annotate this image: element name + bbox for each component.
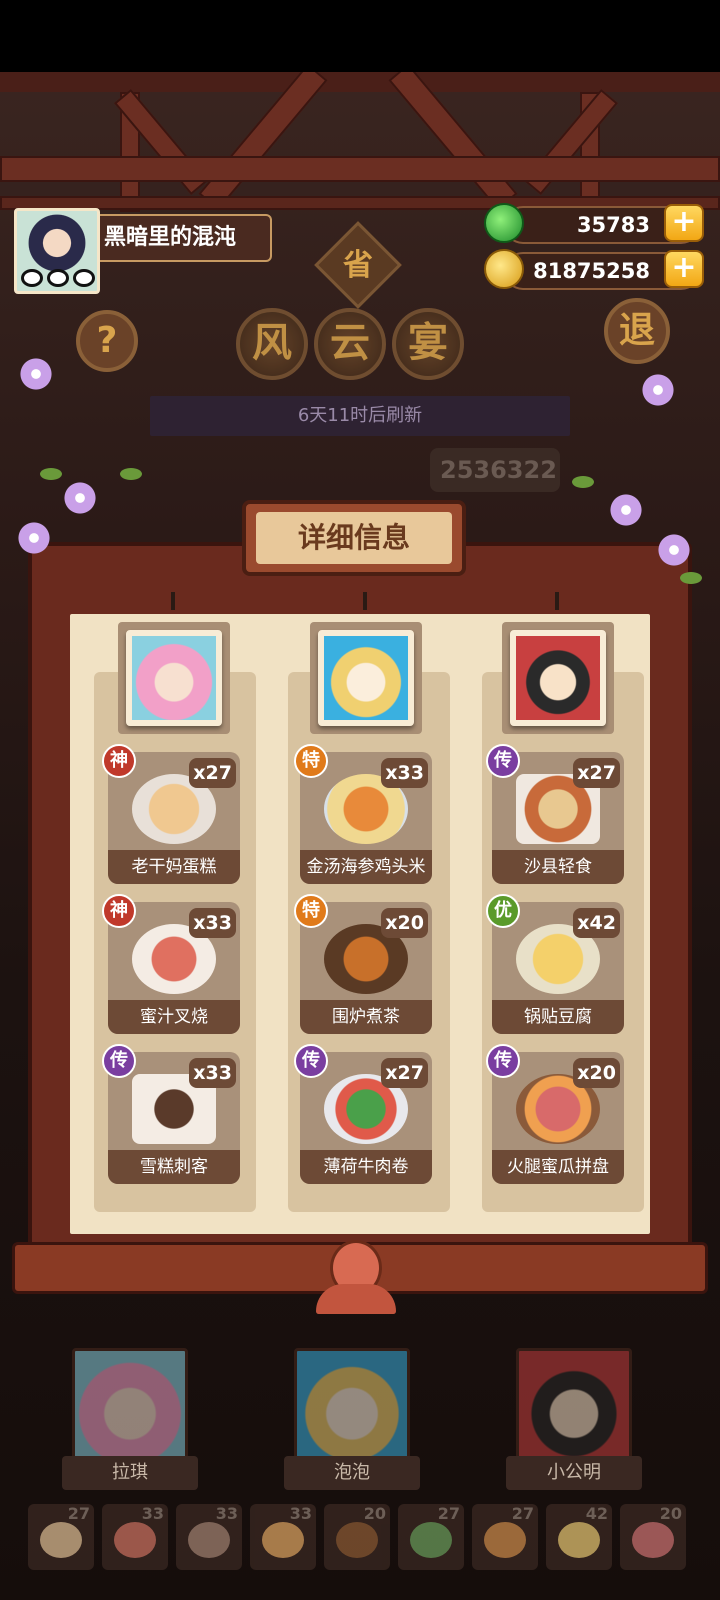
mini-dish[interactable]: 33 <box>102 1504 168 1570</box>
panel-title: 详细信息 <box>297 521 410 554</box>
dish-quantity: x33 <box>381 758 428 788</box>
mini-dish[interactable]: 33 <box>250 1504 316 1570</box>
flower-icon <box>62 480 98 516</box>
dish-quantity: x33 <box>189 1058 236 1088</box>
score-display: 2536322 <box>430 448 560 492</box>
hero-portrait-paopao <box>318 630 414 726</box>
rank-badge: 传 <box>102 1044 136 1078</box>
dish-quantity: x20 <box>381 908 428 938</box>
coin-icon <box>484 249 524 289</box>
leaf-icon <box>40 468 62 480</box>
rank-badge: 传 <box>486 744 520 778</box>
hero-portrait-xiaogongming <box>510 630 606 726</box>
dish-quantity: x27 <box>381 1058 428 1088</box>
dish-name: 老干妈蛋糕 <box>108 850 240 884</box>
dish-name: 火腿蜜瓜拼盘 <box>492 1150 624 1184</box>
dish-name: 蜜汁叉烧 <box>108 1000 240 1034</box>
mini-dish[interactable]: 33 <box>176 1504 242 1570</box>
panda-icon <box>47 269 69 287</box>
dish-quantity: x42 <box>573 908 620 938</box>
hero-portrait-laqi <box>126 630 222 726</box>
player-avatar[interactable] <box>14 208 100 294</box>
flower-icon <box>640 372 676 408</box>
panda-icon <box>21 269 43 287</box>
dish-card[interactable]: x27 沙县轻食 传 <box>486 744 624 884</box>
dish-quantity: x20 <box>573 1058 620 1088</box>
status-bar <box>0 0 720 72</box>
hero-card-xiaogongming[interactable] <box>516 1348 632 1468</box>
dish-name: 沙县轻食 <box>492 850 624 884</box>
jade-icon <box>484 203 524 243</box>
hero-name: 拉琪 <box>62 1456 198 1490</box>
leaf-icon <box>572 476 594 488</box>
game-scene: 黑暗里的混沌 35783 + 81875258 + 省 风 云 宴 ? 退 6天… <box>0 72 720 1600</box>
mini-dish[interactable]: 20 <box>620 1504 686 1570</box>
refresh-timer: 6天11时后刷新 <box>150 396 570 436</box>
mini-dish[interactable]: 42 <box>546 1504 612 1570</box>
hero-card-paopao[interactable] <box>294 1348 410 1468</box>
leaf-icon <box>680 572 702 584</box>
mini-dish[interactable]: 27 <box>398 1504 464 1570</box>
dish-name: 金汤海参鸡头米 <box>300 850 432 884</box>
rank-badge: 神 <box>102 894 136 928</box>
leaf-icon <box>120 468 142 480</box>
add-jade-button[interactable]: + <box>664 204 704 242</box>
hero-card-laqi[interactable] <box>72 1348 188 1468</box>
dish-card[interactable]: x27 薄荷牛肉卷 传 <box>294 1044 432 1184</box>
dish-card[interactable]: x33 雪糕刺客 传 <box>102 1044 240 1184</box>
dish-name: 薄荷牛肉卷 <box>300 1150 432 1184</box>
help-button[interactable]: ? <box>76 310 138 372</box>
dish-card[interactable]: x42 锅贴豆腐 优 <box>486 894 624 1034</box>
flower-icon <box>656 532 692 568</box>
dish-quantity: x27 <box>573 758 620 788</box>
rank-badge: 神 <box>102 744 136 778</box>
player-name: 黑暗里的混沌 <box>100 214 272 262</box>
mini-dish[interactable]: 20 <box>324 1504 390 1570</box>
title-char: 云 <box>314 308 386 380</box>
rank-badge: 优 <box>486 894 520 928</box>
tassel-ornament <box>316 1284 396 1314</box>
dish-card[interactable]: x20 围炉煮茶 特 <box>294 894 432 1034</box>
rank-badge: 传 <box>294 1044 328 1078</box>
rank-badge: 特 <box>294 744 328 778</box>
roof-beam <box>388 72 518 211</box>
dish-name: 雪糕刺客 <box>108 1150 240 1184</box>
dish-card[interactable]: x27 老干妈蛋糕 神 <box>102 744 240 884</box>
flower-icon <box>608 492 644 528</box>
title-char: 宴 <box>392 308 464 380</box>
rank-badge: 特 <box>294 894 328 928</box>
roof-beam <box>0 156 720 182</box>
flower-icon <box>18 356 54 392</box>
add-coin-button[interactable]: + <box>664 250 704 288</box>
rank-badge: 传 <box>486 1044 520 1078</box>
dish-card[interactable]: x20 火腿蜜瓜拼盘 传 <box>486 1044 624 1184</box>
dish-quantity: x33 <box>189 908 236 938</box>
dish-card[interactable]: x33 金汤海参鸡头米 特 <box>294 744 432 884</box>
roof-beam <box>198 72 328 211</box>
mini-dish[interactable]: 27 <box>472 1504 538 1570</box>
dish-card[interactable]: x33 蜜汁叉烧 神 <box>102 894 240 1034</box>
panda-icon <box>73 269 95 287</box>
dish-quantity: x27 <box>189 758 236 788</box>
dish-name: 锅贴豆腐 <box>492 1000 624 1034</box>
province-badge-text: 省 <box>343 248 373 283</box>
title-char: 风 <box>236 308 308 380</box>
hero-name: 泡泡 <box>284 1456 420 1490</box>
roof <box>0 72 720 92</box>
back-button[interactable]: 退 <box>604 298 670 364</box>
hero-name: 小公明 <box>506 1456 642 1490</box>
mini-dish[interactable]: 27 <box>28 1504 94 1570</box>
dish-name: 围炉煮茶 <box>300 1000 432 1034</box>
flower-icon <box>16 520 52 556</box>
